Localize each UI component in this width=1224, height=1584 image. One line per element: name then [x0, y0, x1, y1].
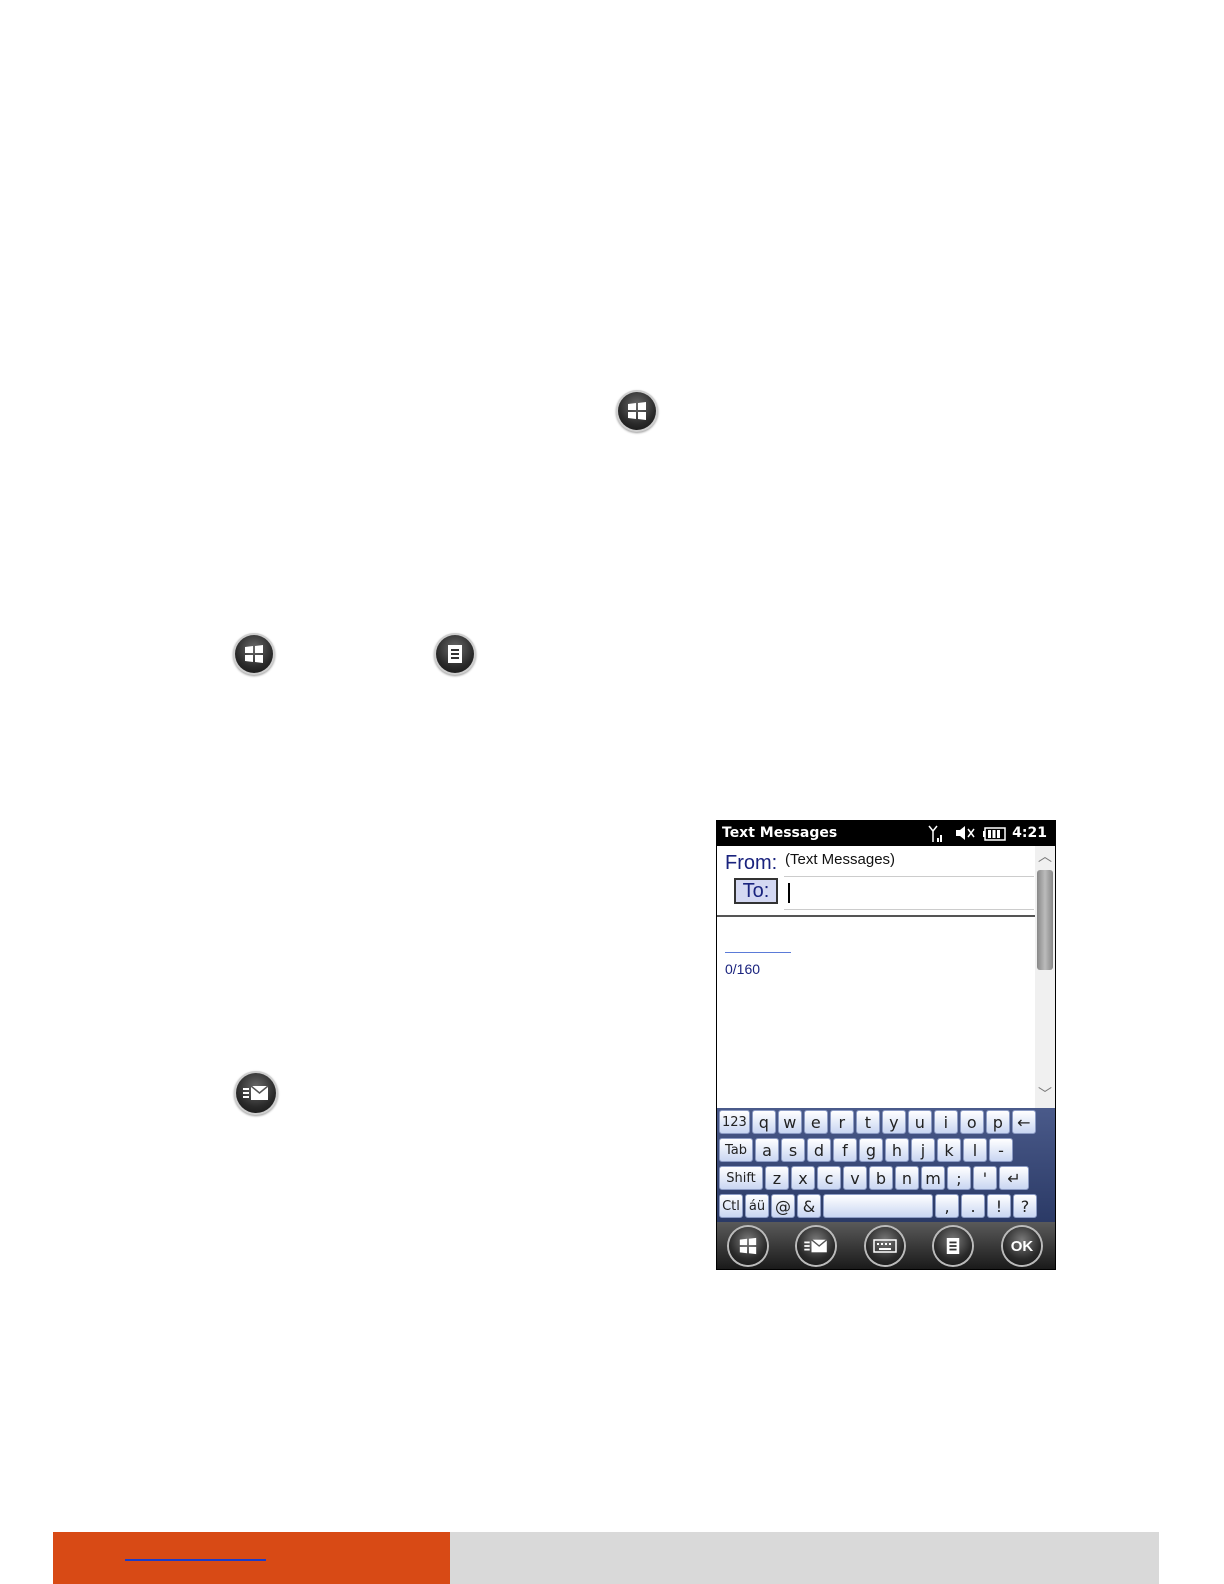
key-x[interactable]: x: [791, 1166, 815, 1190]
app-title: Text Messages: [722, 825, 838, 841]
send-message-icon[interactable]: [797, 1227, 835, 1265]
key-e[interactable]: e: [803, 1110, 828, 1134]
windows-start-icon: [618, 392, 656, 430]
text-caret: [788, 883, 790, 903]
key-semicolon[interactable]: ;: [947, 1166, 971, 1190]
key-at[interactable]: @: [771, 1194, 795, 1218]
key-a[interactable]: a: [755, 1138, 779, 1162]
scroll-up-icon[interactable]: ︿: [1035, 846, 1055, 870]
scroll-down-icon[interactable]: ﹀: [1035, 1084, 1055, 1108]
key-k[interactable]: k: [937, 1138, 961, 1162]
to-field[interactable]: [784, 876, 1034, 910]
speaker-muted-icon: [954, 824, 976, 846]
key-w[interactable]: w: [777, 1110, 802, 1134]
title-bar: Text Messages 4:21: [717, 821, 1055, 846]
clock: 4:21: [1012, 825, 1047, 841]
soft-keyboard: 123 q w e r t y u i o p ← Tab a s d f g …: [717, 1108, 1055, 1222]
space-key[interactable]: [823, 1194, 933, 1218]
key-s[interactable]: s: [781, 1138, 805, 1162]
ok-button[interactable]: OK: [1003, 1227, 1041, 1265]
footer-gray-bar: [450, 1532, 1159, 1584]
key-exclamation[interactable]: !: [987, 1194, 1011, 1218]
key-n[interactable]: n: [895, 1166, 919, 1190]
to-button[interactable]: To:: [734, 878, 778, 904]
key-comma[interactable]: ,: [935, 1194, 959, 1218]
key-z[interactable]: z: [765, 1166, 789, 1190]
from-value: (Text Messages): [785, 851, 896, 868]
key-b[interactable]: b: [869, 1166, 893, 1190]
windows-start-icon: [235, 635, 273, 673]
send-message-icon: [236, 1073, 276, 1113]
key-tab[interactable]: Tab: [719, 1138, 753, 1162]
keyboard-row-3: Shift z x c v b n m ; ' ↵: [719, 1166, 1029, 1192]
vertical-scrollbar[interactable]: ︿ ﹀: [1035, 846, 1055, 1108]
key-shift[interactable]: Shift: [719, 1166, 763, 1190]
key-ampersand[interactable]: &: [797, 1194, 821, 1218]
key-ctl[interactable]: Ctl: [719, 1194, 743, 1218]
key-t[interactable]: t: [855, 1110, 880, 1134]
battery-icon: [983, 827, 1007, 845]
key-period[interactable]: .: [961, 1194, 985, 1218]
key-y[interactable]: y: [881, 1110, 906, 1134]
signal-icon: [927, 824, 945, 848]
windows-start-icon[interactable]: [729, 1227, 767, 1265]
key-accents[interactable]: áü: [745, 1194, 769, 1218]
key-m[interactable]: m: [921, 1166, 945, 1190]
key-question[interactable]: ?: [1013, 1194, 1037, 1218]
key-l[interactable]: l: [963, 1138, 987, 1162]
key-dash[interactable]: -: [989, 1138, 1013, 1162]
key-c[interactable]: c: [817, 1166, 841, 1190]
menu-icon[interactable]: [934, 1227, 972, 1265]
key-d[interactable]: d: [807, 1138, 831, 1162]
key-v[interactable]: v: [843, 1166, 867, 1190]
key-g[interactable]: g: [859, 1138, 883, 1162]
key-j[interactable]: j: [911, 1138, 935, 1162]
keyboard-icon[interactable]: [866, 1227, 904, 1265]
key-h[interactable]: h: [885, 1138, 909, 1162]
scroll-thumb[interactable]: [1037, 870, 1053, 970]
message-body-line[interactable]: [725, 952, 791, 953]
phone-screenshot: Text Messages 4:21 From: (Text Messages)…: [716, 820, 1056, 1270]
key-f[interactable]: f: [833, 1138, 857, 1162]
backspace-key[interactable]: ←: [1011, 1110, 1036, 1134]
keyboard-row-4: Ctl áü @ & , . ! ?: [719, 1194, 1037, 1220]
header-divider: [717, 915, 1035, 917]
key-123[interactable]: 123: [719, 1110, 750, 1134]
key-p[interactable]: p: [985, 1110, 1010, 1134]
footer-link[interactable]: [125, 1558, 266, 1561]
menu-icon: [436, 635, 474, 673]
key-apostrophe[interactable]: ': [973, 1166, 997, 1190]
key-o[interactable]: o: [959, 1110, 984, 1134]
from-label: From:: [725, 852, 778, 874]
key-u[interactable]: u: [907, 1110, 932, 1134]
enter-key[interactable]: ↵: [999, 1166, 1029, 1190]
key-q[interactable]: q: [751, 1110, 776, 1134]
key-r[interactable]: r: [829, 1110, 854, 1134]
key-i[interactable]: i: [933, 1110, 958, 1134]
keyboard-row-2: Tab a s d f g h j k l -: [719, 1138, 1013, 1164]
message-header: From: (Text Messages) To:: [717, 846, 1035, 916]
soft-key-bar: OK: [717, 1222, 1055, 1269]
keyboard-row-1: 123 q w e r t y u i o p ←: [719, 1110, 1036, 1136]
char-counter: 0/160: [725, 961, 761, 977]
